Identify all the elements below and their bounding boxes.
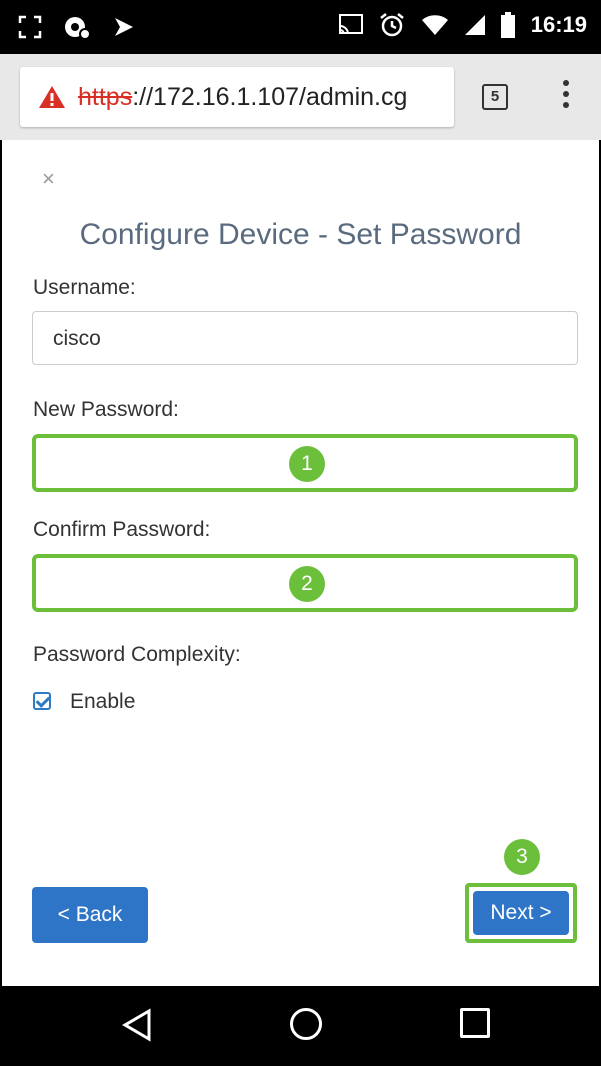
page-title: Configure Device - Set Password [79,218,522,251]
tab-switcher-button[interactable]: 5 [482,84,508,110]
browser-toolbar: https://172.16.1.107/admin.cg 5 [0,54,601,140]
sync-icon [65,17,91,40]
username-label: Username: [33,276,136,299]
new-password-label: New Password: [33,398,179,421]
back-button[interactable]: < Back [32,887,148,943]
enable-label[interactable]: Enable [70,690,135,714]
status-left-icons [18,14,136,40]
step-3-badge: 3 [504,839,540,875]
wifi-icon [421,15,448,35]
nav-recents-icon[interactable] [460,1008,490,1038]
enable-checkbox[interactable] [33,692,51,710]
username-field[interactable]: cisco [32,311,578,365]
close-icon[interactable]: × [42,166,55,192]
nav-back-icon[interactable] [122,1008,152,1042]
nav-home-icon[interactable] [290,1008,322,1040]
url-host: ://172.16.1.107/admin.cg [132,83,408,111]
alarm-icon [379,13,404,37]
warning-icon[interactable] [38,85,66,109]
cell-signal-icon [464,15,485,35]
status-time: 16:19 [530,12,587,37]
navigation-bar [0,986,601,1066]
address-bar[interactable]: https://172.16.1.107/admin.cg [20,67,454,127]
overflow-menu-icon[interactable] [554,80,578,114]
username-value: cisco [53,327,101,350]
next-button-highlight: Next > [465,883,577,943]
signal-arrow-icon [115,18,133,36]
battery-icon [500,12,515,38]
status-right-icons: 16:19 [338,12,587,38]
screenshot-icon [18,15,42,39]
url-text[interactable]: https://172.16.1.107/admin.cg [78,83,407,112]
step-1-badge: 1 [289,446,325,482]
step-2-badge: 2 [289,566,325,602]
url-scheme: https [78,83,133,111]
cast-icon [338,14,363,35]
confirm-password-label: Confirm Password: [33,518,211,541]
status-bar: 16:19 [0,0,601,54]
password-complexity-label: Password Complexity: [33,643,241,666]
next-button[interactable]: Next > [473,891,569,935]
